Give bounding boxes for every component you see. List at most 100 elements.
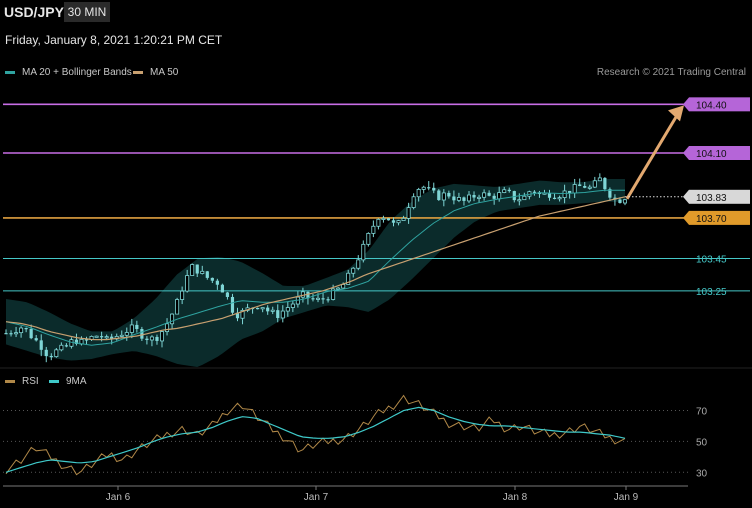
candle-body-up (336, 287, 341, 290)
candle-body-up (190, 264, 195, 276)
legend-ma20-label: MA 20 + Bollinger Bands (22, 67, 132, 78)
candle-body-down (230, 296, 235, 313)
candle-body-down (24, 328, 28, 330)
candle-body-up (482, 192, 487, 198)
candle-body-down (447, 192, 451, 197)
legend-ma50: MA 50 (133, 67, 178, 78)
candle-body-down (432, 187, 436, 191)
candle-body-down (583, 185, 587, 188)
candle-body-up (94, 335, 99, 338)
legend-ma20-bb: MA 20 + Bollinger Bands (5, 67, 132, 78)
candle-body-up (129, 324, 134, 333)
rsi-tick-1: 50 (696, 437, 708, 448)
candle-body-up (421, 186, 426, 190)
candle-body-down (205, 271, 209, 278)
candle-body-up (366, 233, 371, 245)
candle-body-down (547, 193, 552, 198)
level-label-4: 103.25 (696, 287, 727, 298)
candle-body-up (381, 217, 386, 220)
candle-body-up (170, 313, 175, 325)
candle-body-down (140, 328, 144, 339)
candle-body-down (492, 195, 496, 199)
candle-body-down (49, 355, 53, 358)
candle-body-up (416, 189, 421, 198)
x-tick-label-2: Jan 8 (503, 492, 528, 503)
candle-body-down (578, 184, 582, 186)
legend-rsi-ma: 9MA (49, 376, 87, 387)
candle-body-up (441, 192, 446, 201)
rsi-swatch (5, 380, 15, 383)
candle-body-up (165, 323, 170, 333)
candle-body-down (220, 284, 224, 293)
candle-body-down (386, 218, 391, 221)
candle-body-up (557, 197, 562, 200)
candle-body-down (507, 189, 511, 192)
candle-body-up (371, 225, 376, 234)
candle-body-up (285, 307, 290, 312)
candle-body-up (149, 336, 154, 341)
current-price-label: 103.83 (696, 193, 727, 204)
candle-body-down (215, 280, 219, 285)
candle-body-down (145, 338, 149, 341)
candle-body-down (44, 349, 48, 356)
candle-body-up (280, 310, 285, 319)
candle-body-up (270, 309, 275, 312)
timeframe-badge[interactable]: 30 MIN (64, 2, 110, 22)
candle-body-up (562, 190, 567, 198)
candle-body-down (321, 298, 325, 300)
candle-body-up (119, 334, 124, 337)
candle-body-down (276, 310, 280, 318)
candle-body-up (477, 196, 482, 199)
chart-datetime: Friday, January 8, 2021 1:20:21 PM CET (5, 33, 223, 47)
candle-body-up (104, 336, 109, 339)
rsi-tick-0: 30 (696, 468, 708, 479)
candle-body-up (361, 243, 366, 261)
candle-body-down (512, 191, 516, 201)
candle-body-up (597, 177, 602, 182)
rsi-ma-swatch (49, 380, 59, 383)
candle-body-up (14, 332, 19, 335)
legend-rsi-ma-label: 9MA (66, 376, 87, 387)
candle-body-up (290, 303, 295, 308)
x-tick-label-1: Jan 7 (304, 492, 329, 503)
candle-body-up (401, 217, 406, 221)
candle-body-up (522, 195, 527, 201)
candle-body-down (155, 336, 159, 341)
candle-body-up (587, 186, 592, 189)
candle-body-down (210, 277, 214, 281)
candle-body-down (100, 336, 104, 338)
candle-body-down (552, 197, 557, 199)
candle-body-down (487, 192, 491, 196)
candle-body-down (29, 328, 33, 339)
x-tick-label-3: Jan 9 (614, 492, 639, 503)
candle-body-up (160, 331, 165, 342)
candle-body-down (135, 324, 139, 329)
candle-body-down (532, 191, 537, 193)
candle-body-up (351, 267, 356, 274)
candle-body-down (64, 345, 68, 347)
candle-body-up (623, 199, 628, 204)
candle-body-down (4, 333, 8, 335)
candle-body-up (592, 180, 597, 188)
candle-body-up (466, 194, 471, 202)
candle-body-up (124, 332, 129, 336)
level-label-0: 104.40 (696, 100, 727, 111)
candle-body-up (185, 275, 190, 292)
candle-body-up (316, 297, 321, 300)
level-label-1: 104.10 (696, 149, 727, 160)
legend-rsi-label: RSI (22, 376, 39, 387)
candle-body-down (603, 177, 607, 190)
legend-rsi: RSI (5, 376, 39, 387)
candle-body-down (9, 333, 13, 335)
candle-body-down (34, 338, 38, 341)
x-tick-label-0: Jan 6 (106, 492, 131, 503)
ma20-swatch (5, 71, 15, 74)
candle-body-up (54, 349, 59, 358)
candle-body-down (472, 194, 476, 198)
research-credit: Research © 2021 Trading Central (596, 67, 746, 78)
candle-body-down (195, 264, 199, 274)
candle-body-down (39, 340, 43, 350)
candle-body-down (225, 292, 230, 297)
candle-body-up (59, 344, 64, 351)
candle-body-down (391, 220, 396, 223)
